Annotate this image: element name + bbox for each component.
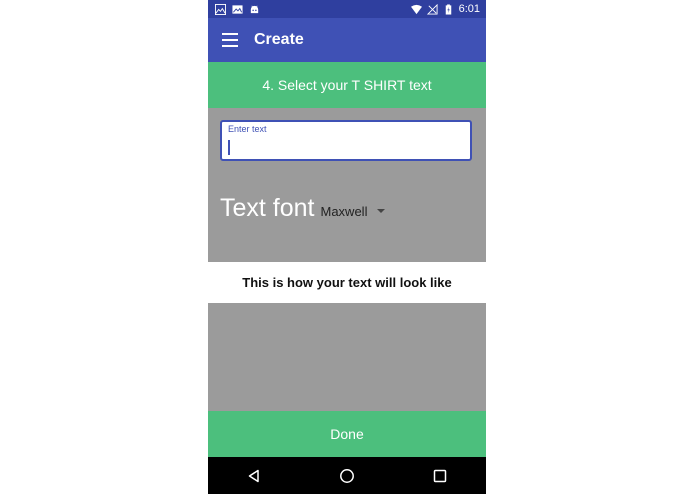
preview-band: This is how your text will look like xyxy=(208,262,486,303)
enter-text-field[interactable]: Enter text xyxy=(220,120,472,161)
no-signal-icon xyxy=(426,3,438,15)
recents-icon xyxy=(433,469,446,482)
dropdown-arrow-icon xyxy=(377,209,386,213)
status-bar: 6:01 xyxy=(208,0,486,18)
app-title: Create xyxy=(254,31,304,48)
wifi-icon xyxy=(410,4,422,14)
enter-text-label: Enter text xyxy=(228,124,267,134)
image-icon xyxy=(215,3,226,15)
font-row: Text font Maxwell xyxy=(220,190,386,226)
recents-button[interactable] xyxy=(420,461,460,491)
back-icon xyxy=(249,469,260,482)
status-time: 6:01 xyxy=(458,3,480,15)
android-icon xyxy=(250,5,259,13)
home-icon xyxy=(340,468,354,483)
text-font-label: Text font xyxy=(220,193,315,222)
battery-icon xyxy=(445,3,451,15)
text-cursor xyxy=(228,140,230,155)
status-right-icons: 6:01 xyxy=(410,3,480,15)
status-left-icons xyxy=(215,3,260,15)
preview-text: This is how your text will look like xyxy=(242,275,452,290)
navigation-bar xyxy=(208,457,486,494)
step-label: 4. Select your T SHIRT text xyxy=(262,77,432,93)
font-dropdown[interactable]: Maxwell xyxy=(321,204,386,219)
app-bar: Create xyxy=(208,18,486,62)
home-button[interactable] xyxy=(327,461,367,491)
gallery-icon xyxy=(232,4,243,14)
font-selected-value: Maxwell xyxy=(320,203,368,219)
done-button[interactable]: Done xyxy=(208,411,486,457)
done-label: Done xyxy=(330,426,364,442)
text-input[interactable] xyxy=(226,138,464,158)
menu-icon[interactable] xyxy=(222,33,238,47)
step-header: 4. Select your T SHIRT text xyxy=(208,62,486,108)
phone-screen: 6:01 Create 4. Select your T SHIRT text … xyxy=(208,0,486,494)
back-button[interactable] xyxy=(234,461,274,491)
